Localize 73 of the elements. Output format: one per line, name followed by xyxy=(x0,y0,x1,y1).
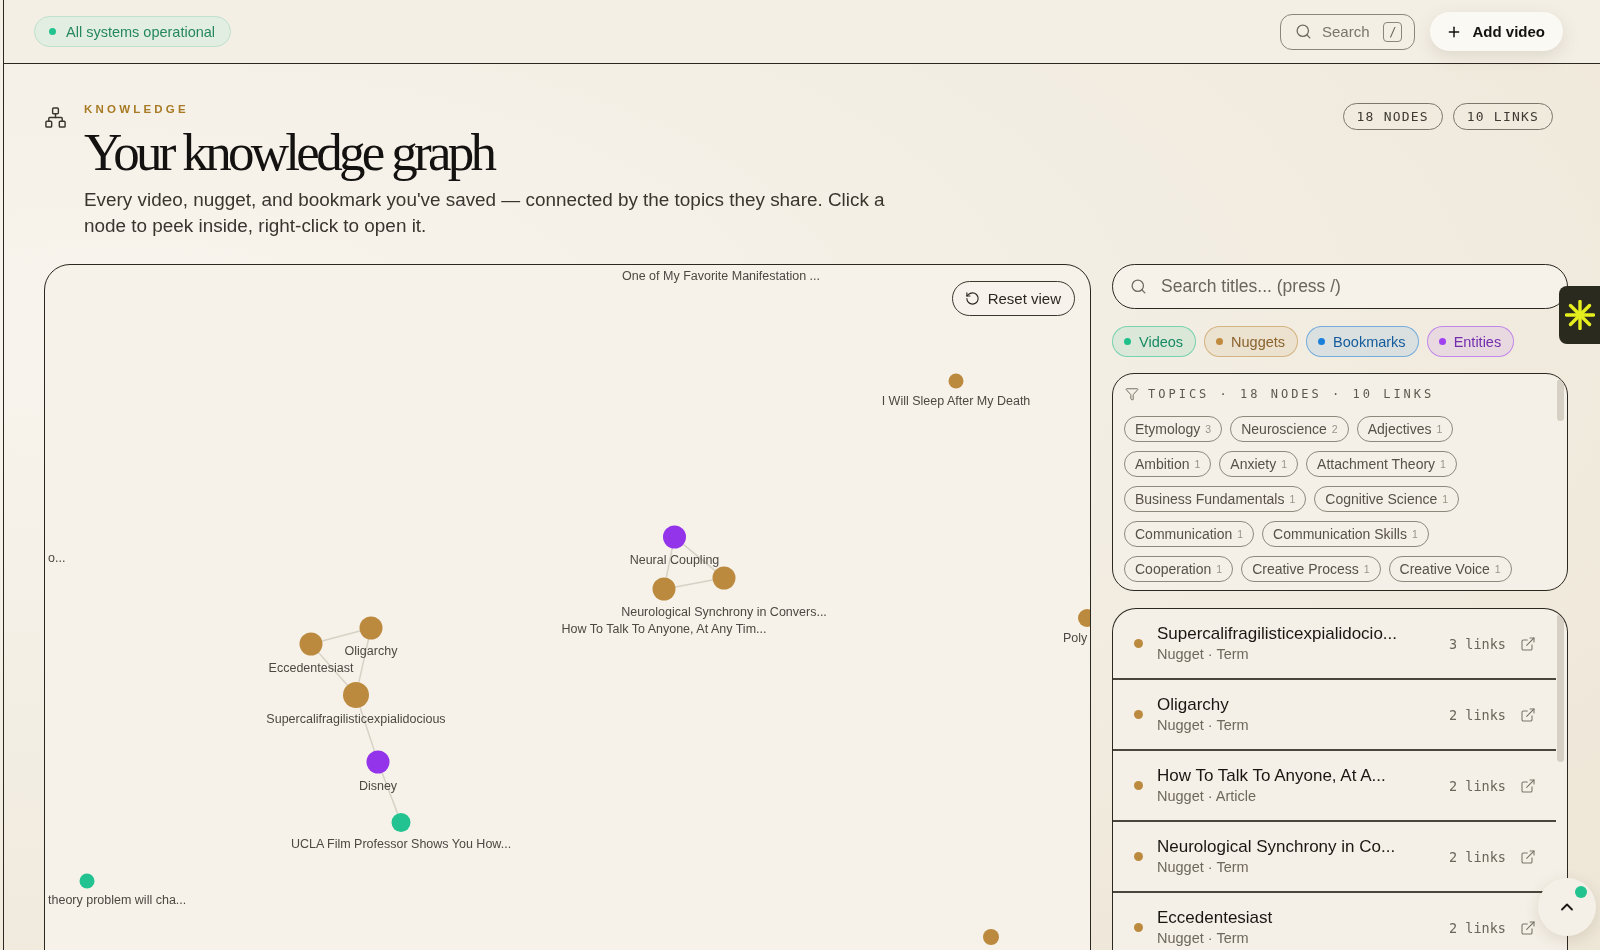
result-title: Neurological Synchrony in Co... xyxy=(1157,836,1396,857)
page-description: Every video, nugget, and bookmark you've saved — connected by the topics they share. Click a node to peek inside, right-click to open it. xyxy=(84,188,886,238)
graph-node[interactable] xyxy=(663,525,686,549)
topics-heading: TOPICS · 18 NODES · 10 LINKS xyxy=(1148,386,1435,401)
node-label: Neural Coupling xyxy=(629,553,720,567)
add-video-button[interactable]: Add video xyxy=(1430,12,1563,51)
graph-node[interactable] xyxy=(948,373,964,389)
graph-node[interactable] xyxy=(712,566,736,590)
result-row[interactable]: Eccedentesiast Nugget · Term 2 links xyxy=(1113,893,1536,950)
graph-node[interactable] xyxy=(299,632,323,656)
node-label: Disney xyxy=(358,779,398,793)
result-title: Supercalifragilisticexpialidocio... xyxy=(1157,623,1397,644)
graph-node[interactable] xyxy=(391,813,411,832)
result-row[interactable]: How To Talk To Anyone, At A... Nugget · Article 2 links xyxy=(1113,751,1556,822)
node-label: Neurological Synchrony in Convers... xyxy=(621,605,827,619)
graph-node[interactable] xyxy=(343,682,369,708)
side-tab-button[interactable] xyxy=(1559,286,1600,344)
filter-chip[interactable]: Entities xyxy=(1426,326,1515,357)
node-label: Supercalifragilisticexpialidocious xyxy=(266,712,446,726)
node-label: How To Talk To Anyone, At Any Tim... xyxy=(561,622,767,636)
scrollbar-thumb[interactable] xyxy=(1557,614,1564,762)
eyebrow-label: KNOWLEDGE xyxy=(84,103,189,115)
graph-node[interactable] xyxy=(79,873,95,889)
search-icon xyxy=(1294,23,1312,40)
result-meta: Nugget · Term xyxy=(1157,716,1249,735)
link-count: 3 links xyxy=(1449,635,1506,652)
node-label: Eccedentesiast xyxy=(268,661,354,675)
page-title: Your knowledge graph xyxy=(84,123,494,181)
asterisk-icon xyxy=(1564,300,1595,330)
filter-chip[interactable]: Bookmarks xyxy=(1306,326,1419,357)
link-count: 2 links xyxy=(1449,848,1506,865)
graph-node[interactable] xyxy=(359,616,383,640)
link-count: 2 links xyxy=(1449,777,1506,794)
graph-node[interactable] xyxy=(366,750,390,774)
node-label: o... xyxy=(48,551,66,565)
reset-view-button[interactable]: Reset view xyxy=(951,281,1075,316)
external-link-icon[interactable] xyxy=(1520,848,1536,865)
node-label: Oligarchy xyxy=(344,644,398,658)
link-count: 2 links xyxy=(1449,706,1506,723)
result-meta: Nugget · Article xyxy=(1157,787,1257,806)
circular-arrow-icon xyxy=(964,291,980,306)
graph-node[interactable] xyxy=(652,577,676,601)
external-link-icon[interactable] xyxy=(1520,635,1536,652)
filter-chip[interactable]: Videos xyxy=(1112,326,1197,357)
graph-node[interactable] xyxy=(983,929,999,945)
search-field[interactable]: Search titles... (press /) xyxy=(1112,264,1568,309)
search-button[interactable]: Search / xyxy=(1279,13,1416,50)
result-row[interactable]: Oligarchy Nugget · Term 2 links xyxy=(1113,680,1556,751)
status-dot-icon xyxy=(49,28,56,35)
result-title: How To Talk To Anyone, At A... xyxy=(1157,765,1386,786)
result-meta: Nugget · Term xyxy=(1157,645,1249,664)
link-count: 2 links xyxy=(1449,919,1506,936)
result-meta: Nugget · Term xyxy=(1157,858,1249,877)
node-label: theory problem will cha... xyxy=(48,893,187,907)
result-title: Oligarchy xyxy=(1157,694,1229,715)
scrollbar-thumb[interactable] xyxy=(1557,379,1564,421)
node-label: Poly xyxy=(1063,631,1088,645)
hierarchy-icon xyxy=(44,106,67,129)
external-link-icon[interactable] xyxy=(1520,777,1536,794)
result-title: Eccedentesiast xyxy=(1157,907,1273,928)
search-icon xyxy=(1130,278,1147,295)
node-label: UCLA Film Professor Shows You How... xyxy=(290,837,512,851)
graph-node[interactable] xyxy=(1078,609,1090,627)
external-link-icon[interactable] xyxy=(1520,706,1536,723)
filter-chip[interactable]: Nuggets xyxy=(1204,326,1299,357)
result-row[interactable]: Supercalifragilisticexpialidocio... Nugget · Term 3 links xyxy=(1113,609,1556,680)
shortcut-key: / xyxy=(1383,21,1403,42)
result-meta: Nugget · Term xyxy=(1157,929,1249,948)
funnel-icon xyxy=(1125,386,1139,401)
node-label: One of My Favorite Manifestation ... xyxy=(622,269,820,283)
node-label: I Will Sleep After My Death xyxy=(881,394,1031,408)
status-label: All systems operational xyxy=(66,23,216,40)
external-link-icon[interactable] xyxy=(1520,919,1536,936)
